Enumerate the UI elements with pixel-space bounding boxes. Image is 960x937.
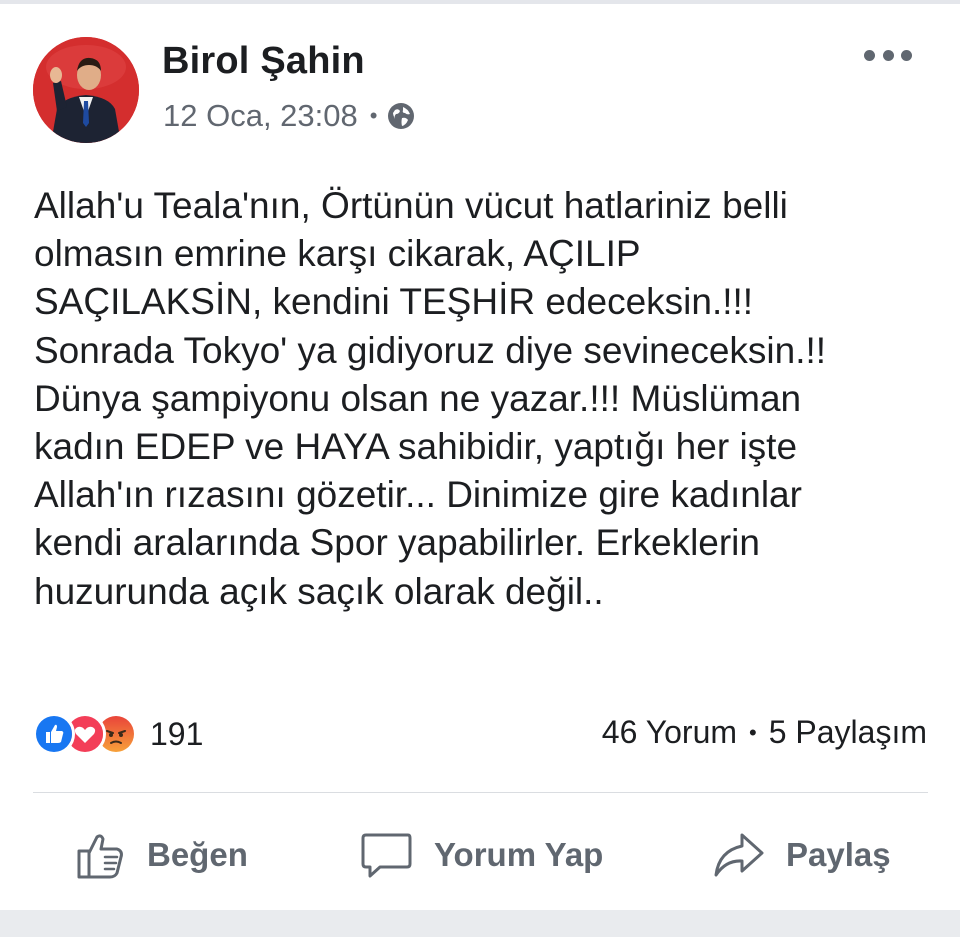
more-options-icon[interactable] bbox=[864, 44, 912, 66]
feed-separator bbox=[0, 910, 960, 937]
share-button[interactable]: Paylaş bbox=[712, 815, 891, 895]
reaction-count[interactable]: 191 bbox=[150, 716, 203, 753]
post-line: Allah'u Teala'nın, Örtünün vücut hatlari… bbox=[34, 185, 788, 226]
like-button[interactable]: Beğen bbox=[75, 815, 248, 895]
post-line: kadın EDEP ve HAYA sahibidir, yaptığı he… bbox=[34, 425, 798, 467]
post-line: kendi aralarında Spor yapabilirler. Erke… bbox=[34, 522, 760, 564]
post-body: Allah'u Teala'nın, Örtünün vücut hatlari… bbox=[34, 182, 944, 616]
post-line: Dünya şampiyonu olsan ne yazar.!!! Müslü… bbox=[34, 377, 802, 419]
post-line: huzurunda açık saçık olarak değil.. bbox=[34, 570, 604, 612]
avatar[interactable] bbox=[33, 37, 139, 143]
globe-icon[interactable] bbox=[386, 101, 416, 131]
comment-count[interactable]: 46 Yorum bbox=[602, 714, 737, 751]
like-label: Beğen bbox=[147, 836, 248, 873]
post-meta: 12 Oca, 23:08 • bbox=[163, 98, 416, 134]
comment-button[interactable]: Yorum Yap bbox=[360, 815, 603, 895]
more-dot bbox=[901, 49, 912, 61]
action-bar: Beğen Yorum Yap Paylaş bbox=[0, 815, 960, 895]
thumbs-up-icon bbox=[77, 834, 123, 879]
engagement-stats: 46 Yorum • 5 Paylaşım bbox=[602, 714, 927, 751]
author-name[interactable]: Birol Şahin bbox=[162, 40, 365, 83]
meta-separator: • bbox=[369, 103, 378, 128]
action-divider bbox=[33, 792, 928, 793]
more-dot bbox=[882, 49, 894, 61]
post-line: Allah'ın rızasını gözetir... Dinimize gi… bbox=[34, 474, 802, 516]
share-label: Paylaş bbox=[786, 836, 891, 873]
post-line: olmasın emrine karşı cikarak, AÇILIP bbox=[34, 233, 641, 275]
comment-icon bbox=[361, 833, 412, 878]
post-line: SAÇILAKSİN, kendini TEŞHİR edeceksin.!!! bbox=[34, 281, 754, 323]
like-reaction-icon bbox=[33, 713, 75, 755]
top-divider-strip bbox=[0, 0, 960, 4]
reaction-summary[interactable]: 191 bbox=[33, 713, 203, 755]
post-timestamp[interactable]: 12 Oca, 23:08 bbox=[163, 98, 358, 134]
post-line: Sonrada Tokyo' ya gidiyoruz diye sevinec… bbox=[34, 329, 827, 371]
more-dot bbox=[864, 49, 875, 61]
share-icon bbox=[714, 833, 764, 877]
share-count[interactable]: 5 Paylaşım bbox=[769, 714, 927, 751]
comment-label: Yorum Yap bbox=[434, 836, 604, 873]
stats-separator: • bbox=[749, 719, 757, 745]
